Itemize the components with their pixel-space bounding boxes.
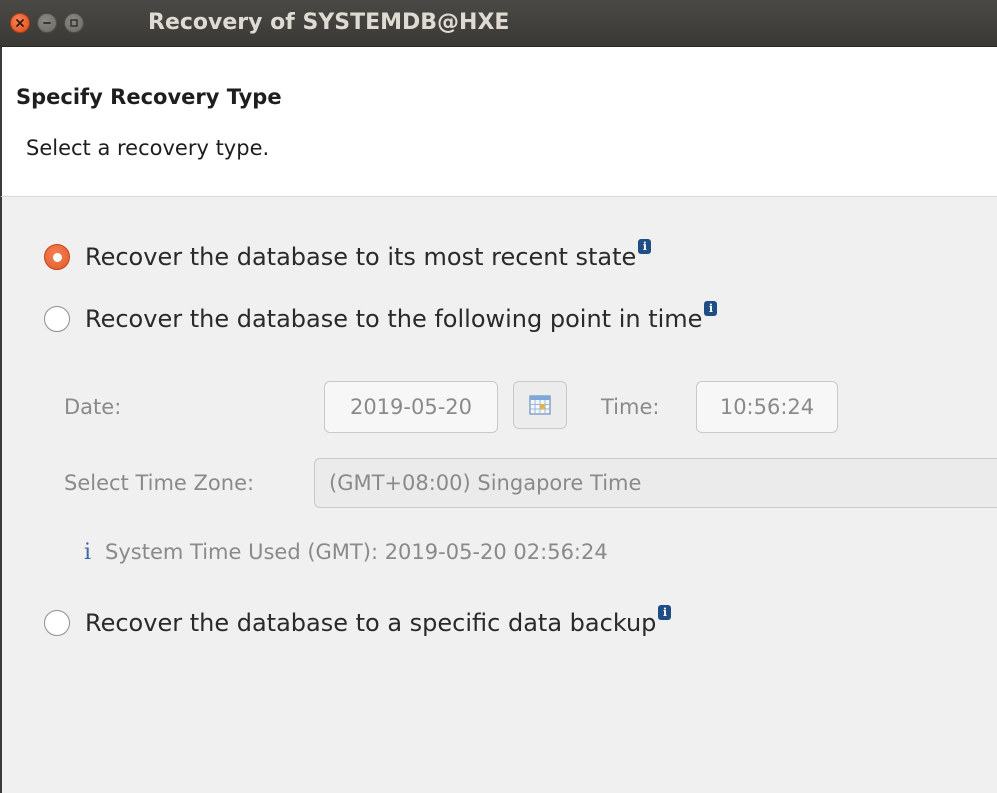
- option-label-point-in-time: Recover the database to the following po…: [85, 305, 703, 333]
- option-specific-backup[interactable]: Recover the database to a specific data …: [44, 605, 672, 641]
- info-icon[interactable]: i: [658, 605, 672, 620]
- minimize-window-button[interactable]: [37, 13, 57, 33]
- calendar-icon: [529, 395, 551, 415]
- maximize-window-button[interactable]: [64, 13, 84, 33]
- window-title: Recovery of SYSTEMDB@HXE: [148, 10, 510, 35]
- option-point-in-time[interactable]: Recover the database to the following po…: [44, 301, 718, 337]
- time-label: Time:: [601, 395, 660, 419]
- title-bar: Recovery of SYSTEMDB@HXE: [0, 0, 997, 47]
- page-title: Specify Recovery Type: [16, 85, 282, 109]
- radio-most-recent-state[interactable]: [44, 244, 70, 270]
- time-input[interactable]: 10:56:24: [696, 381, 838, 433]
- calendar-button[interactable]: [513, 381, 567, 429]
- system-time-note: i System Time Used (GMT): 2019-05-20 02:…: [84, 534, 608, 570]
- minimize-icon: [43, 22, 51, 24]
- info-icon[interactable]: i: [638, 239, 652, 254]
- info-icon: i: [84, 539, 92, 565]
- timezone-value: (GMT+08:00) Singapore Time: [329, 471, 642, 495]
- recovery-type-panel: Recover the database to its most recent …: [0, 197, 997, 793]
- date-label: Date:: [64, 395, 122, 419]
- close-window-button[interactable]: [10, 13, 30, 33]
- info-icon[interactable]: i: [704, 301, 718, 316]
- close-icon: [16, 19, 24, 27]
- date-input[interactable]: 2019-05-20: [324, 381, 498, 433]
- system-time-text: System Time Used (GMT): 2019-05-20 02:56…: [105, 540, 608, 564]
- page-subtitle: Select a recovery type.: [26, 136, 270, 160]
- option-most-recent-state[interactable]: Recover the database to its most recent …: [44, 239, 652, 275]
- wizard-header: Specify Recovery Type Select a recovery …: [0, 47, 997, 197]
- radio-point-in-time[interactable]: [44, 306, 70, 332]
- maximize-icon: [70, 19, 78, 27]
- radio-specific-backup[interactable]: [44, 610, 70, 636]
- timezone-label: Select Time Zone:: [64, 471, 255, 495]
- option-label-specific-backup: Recover the database to a specific data …: [85, 609, 657, 637]
- timezone-select[interactable]: (GMT+08:00) Singapore Time: [314, 458, 997, 508]
- option-label-most-recent-state: Recover the database to its most recent …: [85, 243, 637, 271]
